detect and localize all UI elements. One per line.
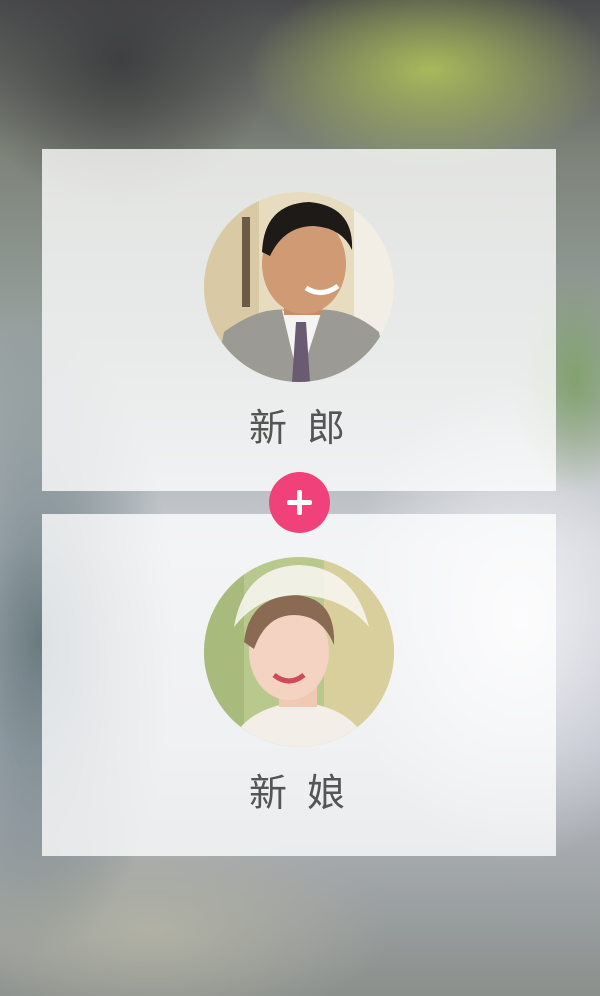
- groom-label: 新 郎: [248, 406, 350, 450]
- groom-avatar-photo: [204, 192, 394, 382]
- bride-label: 新 娘: [248, 771, 350, 815]
- bride-avatar-photo: [204, 557, 394, 747]
- groom-card[interactable]: 新 郎: [42, 149, 556, 491]
- bride-card[interactable]: 新 娘: [42, 514, 556, 856]
- bride-avatar[interactable]: [204, 557, 394, 747]
- add-button[interactable]: [269, 472, 330, 533]
- groom-avatar[interactable]: [204, 192, 394, 382]
